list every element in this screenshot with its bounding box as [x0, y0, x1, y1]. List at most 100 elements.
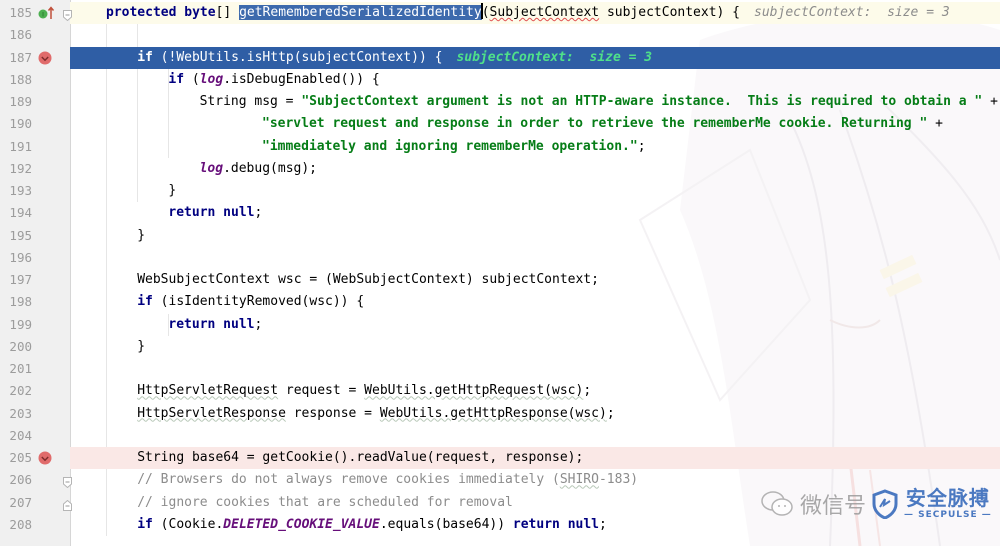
line-number[interactable]: 189 [6, 91, 32, 113]
code-line[interactable]: 187 if (!WebUtils.isHttp(subjectContext))… [0, 46, 1000, 69]
code-line[interactable]: 201 [0, 358, 1000, 380]
line-number[interactable]: 203 [6, 403, 32, 425]
code-text[interactable]: String msg = "SubjectContext argument is… [200, 91, 998, 113]
code-token: ; [254, 316, 263, 332]
code-text[interactable]: "servlet request and response in order t… [262, 113, 943, 135]
fold-end-icon[interactable] [63, 497, 72, 511]
line-number[interactable]: 193 [6, 180, 32, 202]
code-token: } [137, 227, 146, 243]
line-number[interactable]: 190 [6, 113, 32, 135]
code-token: + [927, 116, 943, 132]
code-text[interactable]: if (Cookie.DELETED_COOKIE_VALUE.equals(b… [137, 514, 607, 536]
keyword: protected [106, 5, 185, 20]
code-token: ; [254, 205, 263, 221]
fold-collapse-icon[interactable] [63, 7, 72, 22]
overrides-method-icon[interactable]: I [38, 6, 55, 20]
line-number[interactable]: 186 [6, 24, 32, 46]
line-number[interactable]: 195 [6, 225, 32, 247]
line-number[interactable]: 194 [6, 202, 32, 224]
line-number[interactable]: 199 [6, 314, 32, 336]
line-highlight [70, 225, 1000, 247]
code-line[interactable]: 196 [0, 247, 1000, 269]
line-number[interactable]: 188 [6, 69, 32, 91]
code-line[interactable]: 185 Iprotected byte[] getRememberedSerial… [0, 2, 1000, 24]
code-text[interactable]: if (!WebUtils.isHttp(subjectContext)) {s… [137, 47, 652, 69]
code-text[interactable]: } [137, 336, 145, 358]
code-token: ; [606, 405, 615, 421]
line-number[interactable]: 185 [6, 2, 32, 24]
code-text[interactable]: HttpServletResponse response = WebUtils.… [137, 403, 614, 425]
line-number[interactable]: 191 [6, 136, 32, 158]
brand-name-en: — SECPULSE — [904, 510, 992, 520]
line-number[interactable]: 192 [6, 158, 32, 180]
line-highlight [70, 336, 1000, 358]
code-token: [] [215, 5, 240, 20]
fold-collapse-icon[interactable] [63, 474, 72, 489]
line-highlight [70, 358, 1000, 380]
line-number[interactable]: 207 [6, 492, 32, 514]
code-text[interactable]: WebSubjectContext wsc = (WebSubjectConte… [137, 269, 599, 291]
secpulse-logo: 安全脉搏 — SECPULSE — [904, 488, 992, 520]
code-line[interactable]: 190 "servlet request and response in orde… [0, 113, 1000, 135]
code-token: ; [599, 516, 607, 532]
code-line[interactable]: 200} [0, 336, 1000, 358]
watermark-wechat-text: 微信号 [800, 494, 867, 519]
code-text[interactable]: // Browsers do not always remove cookies… [137, 469, 638, 491]
code-line[interactable]: 199 return null; [0, 314, 1000, 336]
code-token: .isDebugEnabled()) { [223, 71, 380, 87]
code-line[interactable]: 197 WebSubjectContext wsc = (WebSubjectCo… [0, 269, 1000, 291]
code-text[interactable]: HttpServletRequest request = WebUtils.ge… [137, 380, 591, 402]
code-line[interactable]: 198 if (isIdentityRemoved(wsc)) { [0, 291, 1000, 313]
code-text[interactable]: String base64 = getCookie().readValue(re… [137, 447, 583, 469]
code-editor[interactable]: 185 Iprotected byte[] getRememberedSerial… [0, 0, 1000, 546]
line-number[interactable]: 202 [6, 380, 32, 402]
code-token: .equals(base64)) [379, 516, 513, 532]
code-text[interactable]: // ignore cookies that are scheduled for… [137, 492, 513, 514]
code-line[interactable]: 194 return null; [0, 202, 1000, 224]
line-number[interactable]: 208 [6, 514, 32, 536]
code-text[interactable]: log.debug(msg); [200, 158, 317, 180]
line-number[interactable]: 198 [6, 291, 32, 313]
breakpoint-verified-icon[interactable] [38, 51, 52, 65]
code-token: (isIdentityRemoved(wsc)) { [152, 294, 365, 310]
keyword: return null [168, 316, 255, 332]
line-number[interactable]: 201 [6, 358, 32, 380]
code-line[interactable]: 205 String base64 = getCookie().readValue… [0, 447, 1000, 469]
code-token: ; [637, 138, 646, 154]
line-number[interactable]: 187 [6, 47, 32, 69]
code-text[interactable]: if (log.isDebugEnabled()) { [168, 69, 379, 91]
code-text[interactable]: return null; [168, 202, 262, 224]
comment: // Browsers do not always remove cookies… [137, 472, 560, 488]
breakpoint-verified-icon[interactable] [38, 451, 52, 465]
line-number[interactable]: 205 [6, 447, 32, 469]
code-line[interactable]: 186 [0, 24, 1000, 46]
code-token: .debug(msg); [223, 160, 317, 176]
code-text[interactable]: } [168, 180, 176, 202]
code-line[interactable]: 192 log.debug(msg); [0, 158, 1000, 180]
code-line[interactable]: 195} [0, 225, 1000, 247]
line-number[interactable]: 206 [6, 469, 32, 491]
code-line[interactable]: 203 HttpServletResponse response = WebUti… [0, 403, 1000, 425]
code-token: request = [278, 383, 365, 399]
line-number[interactable]: 196 [6, 247, 32, 269]
inline-debug-value: subjectContext: size = 3 [754, 5, 950, 20]
code-text[interactable]: } [137, 225, 145, 247]
code-token: + [982, 94, 998, 109]
code-text[interactable]: return null; [168, 314, 262, 336]
code-line[interactable]: 188 if (log.isDebugEnabled()) { [0, 69, 1000, 91]
code-line[interactable]: 202 HttpServletRequest request = WebUtils… [0, 380, 1000, 402]
code-line[interactable]: 191 "immediately and ignoring rememberMe … [0, 136, 1000, 158]
watermark: 微信号 安全脉搏 — SECPULSE — [760, 484, 1000, 524]
code-token: subjectContext) { [599, 5, 741, 20]
code-text[interactable]: "immediately and ignoring rememberMe ope… [262, 136, 646, 158]
code-line[interactable]: 193} [0, 180, 1000, 202]
line-number[interactable]: 197 [6, 269, 32, 291]
line-number[interactable]: 204 [6, 425, 32, 447]
comment: SHIRO [559, 472, 599, 488]
keyword: return null [512, 516, 599, 532]
code-text[interactable]: protected byte[] getRememberedSerialized… [106, 2, 950, 24]
code-line[interactable]: 189 String msg = "SubjectContext argument… [0, 91, 1000, 113]
line-number[interactable]: 200 [6, 336, 32, 358]
code-text[interactable]: if (isIdentityRemoved(wsc)) { [137, 291, 364, 313]
code-line[interactable]: 204 [0, 425, 1000, 447]
